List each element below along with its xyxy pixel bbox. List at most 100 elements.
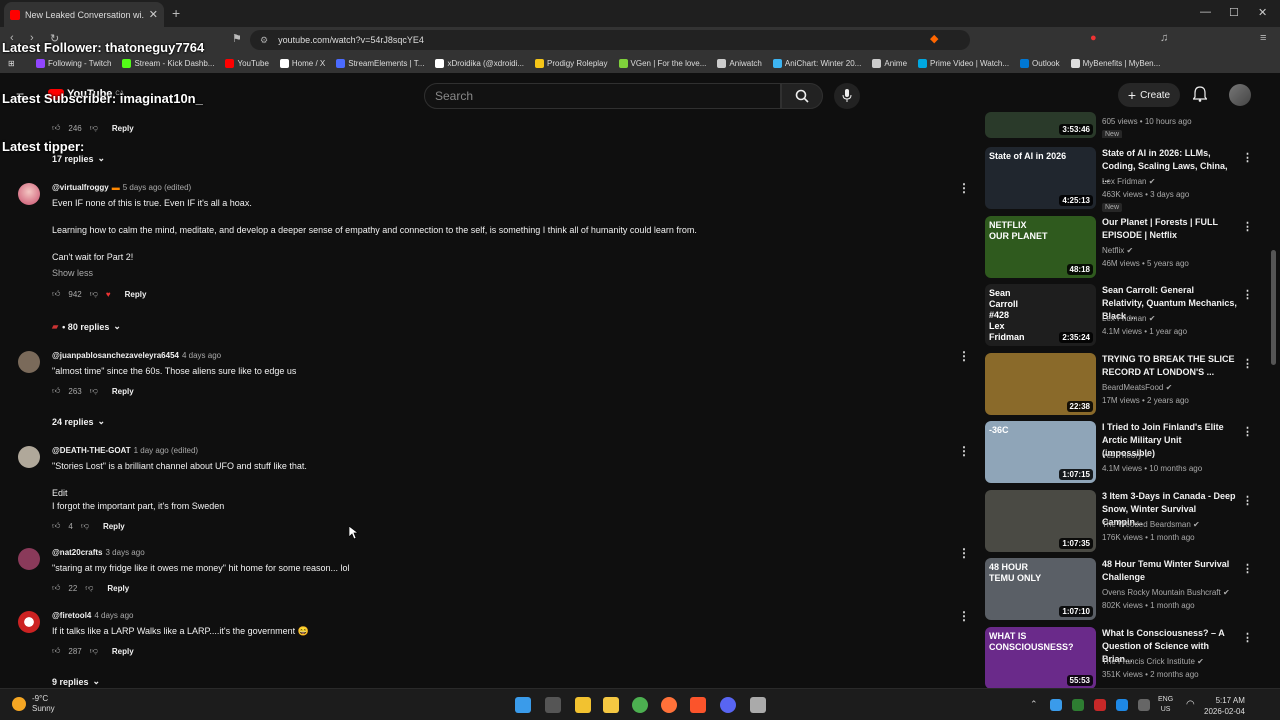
chrome-icon[interactable] — [632, 697, 648, 713]
channel-name[interactable]: Lex Fridman ✔ — [1102, 314, 1155, 323]
window-close-icon[interactable]: ✕ — [1258, 6, 1267, 19]
recommended-video[interactable]: 3:53:46 605 views • 10 hours ago New — [985, 112, 1255, 138]
video-thumbnail[interactable]: 22:38 — [985, 352, 1096, 415]
bookmark-item[interactable]: Aniwatch — [717, 58, 762, 68]
show-replies-button[interactable]: ▰ • 80 replies ⌄ — [52, 321, 121, 332]
bookmark-item[interactable]: xDroidika (@xdroidi... — [435, 58, 524, 68]
video-title[interactable]: 48 Hour Temu Winter Survival Challenge — [1102, 558, 1237, 584]
avatar[interactable] — [18, 446, 40, 468]
search-button[interactable] — [781, 83, 823, 109]
bookmark-item[interactable]: Prodigy Roleplay — [535, 58, 608, 68]
video-more-icon[interactable]: ⋮ — [1242, 357, 1253, 370]
avatar[interactable] — [18, 611, 40, 633]
minimize-icon[interactable]: — — [1200, 6, 1211, 18]
dislike-icon[interactable]: 👎︎ — [81, 521, 89, 531]
show-replies-button[interactable]: 24 replies ⌄ — [52, 416, 105, 427]
address-bar[interactable]: ⚙ youtube.com/watch?v=54rJ8sqcYE4 — [250, 30, 970, 50]
recommended-video[interactable]: Sean Carroll #428 Lex Fridman 2:35:24 Sean… — [985, 284, 1255, 346]
video-thumbnail[interactable]: 3:53:46 — [985, 112, 1096, 138]
create-button[interactable]: + Create — [1118, 83, 1180, 107]
scrollbar-track[interactable] — [1271, 118, 1277, 688]
recommended-video[interactable]: 48 HOUR TEMU ONLY 1:07:10 48 Hour Temu Win… — [985, 558, 1255, 620]
avatar[interactable] — [18, 351, 40, 373]
channel-name[interactable]: The Francis Crick Institute ✔ — [1102, 657, 1204, 666]
comment-author[interactable]: @virtualfroggy ▬ 5 days ago (edited) — [52, 183, 191, 192]
comment-more-icon[interactable]: ⋮ — [958, 609, 970, 623]
profile-avatar[interactable] — [1229, 84, 1251, 106]
like-icon[interactable]: 👍︎ — [52, 386, 60, 396]
task-view-icon[interactable] — [545, 697, 561, 713]
dislike-icon[interactable]: 👎︎ — [85, 583, 93, 593]
tray-app-icon[interactable] — [1072, 699, 1084, 711]
firefox-icon[interactable] — [661, 697, 677, 713]
channel-name[interactable]: Netflix ✔ — [1102, 246, 1133, 255]
weather-widget[interactable]: -9°C Sunny — [12, 694, 55, 714]
dislike-icon[interactable]: 👎︎ — [90, 646, 98, 656]
video-more-icon[interactable]: ⋮ — [1242, 562, 1253, 575]
recommended-video[interactable]: State of AI in 2026 4:25:13 State of AI in… — [985, 147, 1255, 212]
system-clock[interactable]: 5:17 AM 2026-02-04 — [1204, 695, 1245, 717]
show-replies-button[interactable]: 9 replies ⌄ — [52, 676, 100, 687]
video-thumbnail[interactable]: WHAT IS CONSCIOUSNESS? 55:53 — [985, 626, 1096, 689]
recommended-video[interactable]: 22:38 TRYING TO BREAK THE SLICE RECORD AT… — [985, 352, 1255, 415]
bookmark-item[interactable]: MyBenefits | MyBen... — [1070, 58, 1160, 68]
video-thumbnail[interactable]: 1:07:35 — [985, 489, 1096, 552]
brave-shield-icon[interactable]: ◆ — [930, 32, 938, 45]
avatar[interactable] — [18, 548, 40, 570]
show-less-button[interactable]: Show less — [52, 268, 93, 278]
browser-menu-icon[interactable]: ≡ — [1260, 32, 1266, 44]
close-tab-icon[interactable]: ✕ — [149, 8, 158, 21]
bookmark-item[interactable]: Prime Video | Watch... — [918, 58, 1009, 68]
bookmark-item[interactable]: StreamElements | T... — [336, 58, 424, 68]
show-replies-button[interactable]: 17 replies ⌄ — [52, 153, 105, 164]
brave-icon[interactable] — [690, 697, 706, 713]
channel-name[interactable]: Lex Fridman ✔ — [1102, 177, 1155, 186]
tray-overflow-icon[interactable]: ⌃ — [1030, 699, 1040, 709]
video-more-icon[interactable]: ⋮ — [1242, 631, 1253, 644]
video-more-icon[interactable]: ⋮ — [1242, 288, 1253, 301]
reply-button[interactable]: Reply — [107, 584, 129, 593]
reply-button[interactable]: Reply — [112, 124, 134, 133]
like-icon[interactable]: 👍︎ — [52, 583, 60, 593]
apps-grid-icon[interactable]: ⊞ — [8, 59, 15, 68]
app-icon[interactable] — [750, 697, 766, 713]
widgets-icon[interactable] — [575, 697, 591, 713]
bookmark-item[interactable]: Anime — [872, 58, 907, 68]
like-icon[interactable]: 👍︎ — [52, 123, 60, 133]
video-title[interactable]: TRYING TO BREAK THE SLICE RECORD AT LOND… — [1102, 353, 1237, 379]
tray-app-icon[interactable] — [1050, 699, 1062, 711]
notifications-bell-icon[interactable] — [1193, 86, 1207, 102]
video-more-icon[interactable]: ⋮ — [1242, 494, 1253, 507]
video-thumbnail[interactable]: -36C 1:07:15 — [985, 421, 1096, 483]
reply-button[interactable]: Reply — [103, 522, 125, 531]
comment-author[interactable]: @juanpablosanchezaveleyra6454 4 days ago — [52, 351, 221, 360]
video-more-icon[interactable]: ⋮ — [1242, 151, 1253, 164]
channel-name[interactable]: Ovens Rocky Mountain Bushcraft ✔ — [1102, 588, 1230, 597]
dislike-icon[interactable]: 👎︎ — [90, 386, 98, 396]
comment-more-icon[interactable]: ⋮ — [958, 181, 970, 195]
reply-button[interactable]: Reply — [112, 387, 134, 396]
bookmark-item[interactable]: Home / X — [279, 58, 325, 68]
comment-author[interactable]: @nat20crafts 3 days ago — [52, 548, 145, 557]
dislike-icon[interactable]: 👎︎ — [90, 123, 98, 133]
microphone-icon[interactable] — [1138, 699, 1150, 711]
bookmark-item[interactable]: Following - Twitch — [36, 58, 111, 68]
bookmark-item[interactable]: Outlook — [1020, 58, 1060, 68]
recommended-video[interactable]: WHAT IS CONSCIOUSNESS? 55:53 What Is Consc… — [985, 626, 1255, 689]
video-thumbnail[interactable]: NETFLIX OUR PLANET 48:18 — [985, 215, 1096, 278]
comment-author[interactable]: @DEATH-THE-GOAT 1 day ago (edited) — [52, 446, 198, 455]
dislike-icon[interactable]: 👎︎ — [90, 289, 98, 299]
language-indicator[interactable]: ENG US — [1158, 695, 1173, 715]
like-icon[interactable]: 👍︎ — [52, 521, 60, 531]
comment-more-icon[interactable]: ⋮ — [958, 444, 970, 458]
search-input[interactable]: Search — [424, 83, 781, 109]
bookmark-item[interactable]: YouTube — [225, 58, 269, 68]
recommended-video[interactable]: NETFLIX OUR PLANET 48:18 Our Planet | Fore… — [985, 215, 1255, 278]
tray-app-icon[interactable] — [1094, 699, 1106, 711]
bookmark-item[interactable]: VGen | For the love... — [618, 58, 706, 68]
video-more-icon[interactable]: ⋮ — [1242, 425, 1253, 438]
browser-tab[interactable]: New Leaked Conversation wi... ✕ — [4, 2, 164, 27]
wifi-icon[interactable]: ◠ — [1186, 699, 1198, 711]
media-icon[interactable]: ♫ — [1160, 32, 1168, 44]
file-explorer-icon[interactable] — [603, 697, 619, 713]
